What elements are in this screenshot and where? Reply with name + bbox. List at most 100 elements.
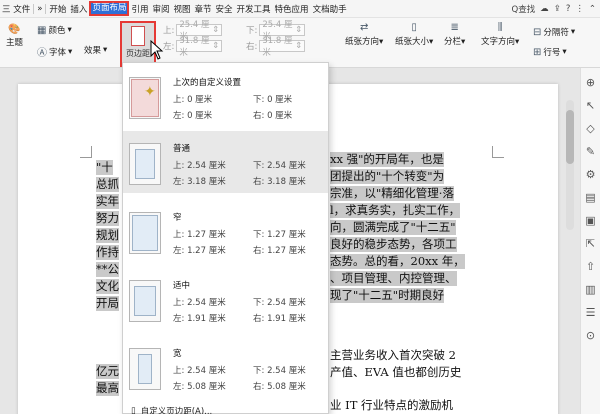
filter-icon[interactable]: ⚙: [586, 168, 596, 181]
cursor-icon[interactable]: ↖: [586, 99, 595, 112]
menu-bar: 三 文件 » 开始 插入 页面布局 引用 审阅 视图 章节 安全 开发工具 特色…: [0, 0, 600, 18]
tab-view[interactable]: 视图: [171, 3, 192, 15]
doc-line[interactable]: "十: [96, 160, 113, 175]
margin-preview-icon: ✦: [129, 77, 161, 119]
chevron-down-icon: ▾: [103, 45, 108, 55]
orientation-button[interactable]: ⇄ 纸张方向▾: [345, 22, 383, 47]
page-margin-icon: [131, 26, 145, 46]
color-button[interactable]: ▦ 颜色 ▾: [37, 24, 72, 37]
doc-line[interactable]: **公: [96, 262, 119, 277]
tab-home[interactable]: 开始: [47, 3, 68, 15]
right-margin-spinner[interactable]: 右: 31.8 厘米 ⇕: [246, 36, 306, 58]
doc-line[interactable]: 良好的稳步态势，各项工: [330, 237, 457, 252]
tab-features[interactable]: 特色应用: [273, 3, 311, 15]
zoom-icon[interactable]: ⊕: [586, 76, 595, 89]
margin-option-narrow[interactable]: 窄 上: 1.27 厘米 下: 1.27 厘米 左: 1.27 厘米 右: 1.…: [123, 200, 328, 262]
doc-line[interactable]: 现了"十二五"时期良好: [330, 288, 445, 303]
margin-preview-icon: [129, 348, 161, 390]
text-direction-icon: ⫼: [497, 22, 503, 33]
doc-line[interactable]: 产值、EVA 值也都创历史: [330, 365, 461, 380]
share-icon[interactable]: ⇪: [554, 4, 561, 14]
doc-line[interactable]: 、项目管理、内控管理、: [330, 271, 457, 286]
upload-icon[interactable]: ⇧: [586, 260, 595, 273]
cloud-icon[interactable]: ☁: [540, 4, 549, 14]
spin-arrows-icon: ⇕: [212, 25, 220, 35]
page-icon: ▯: [131, 406, 136, 414]
doc-line[interactable]: 亿元: [96, 364, 119, 379]
orientation-icon: ⇄: [359, 22, 369, 33]
image-icon[interactable]: ▣: [585, 214, 595, 227]
doc-line[interactable]: 宗准，以"精细化管理·落: [330, 186, 454, 201]
palette-icon: 🎨: [8, 24, 21, 35]
doc-line[interactable]: 文化: [96, 279, 119, 294]
corner-mark: [80, 146, 92, 158]
shapes-icon[interactable]: ◇: [586, 122, 594, 135]
share-icon[interactable]: ⇱: [586, 237, 595, 250]
line-number-button[interactable]: ⊞ 行号 ▾: [533, 46, 567, 59]
tab-doc-assistant[interactable]: 文档助手: [311, 3, 349, 15]
doc-line[interactable]: 努力: [96, 211, 119, 226]
doc-line[interactable]: xx 强"的开局年，也是: [330, 152, 444, 167]
doc-line[interactable]: 开局: [96, 296, 119, 311]
doc-line[interactable]: 总抓: [96, 177, 119, 192]
custom-margins-item[interactable]: ▯ 自定义页边距(A)...: [131, 405, 212, 414]
tab-security[interactable]: 安全: [214, 3, 235, 15]
tab-developer[interactable]: 开发工具: [235, 3, 273, 15]
left-margin-spinner[interactable]: 左: 31.8 厘米 ⇕: [163, 36, 223, 58]
doc-line[interactable]: 规划: [96, 228, 119, 243]
margin-preview-icon: [129, 212, 161, 254]
chevron-down-icon: ▾: [67, 25, 72, 35]
tab-chapter[interactable]: 章节: [193, 3, 214, 15]
margin-option-moderate[interactable]: 适中 上: 2.54 厘米 下: 2.54 厘米 左: 1.91 厘米 右: 1…: [123, 268, 328, 330]
doc-line[interactable]: 实年: [96, 194, 119, 209]
comment-icon[interactable]: ☰: [586, 306, 596, 319]
color-grid-icon: ▦: [37, 24, 47, 36]
spin-arrows-icon: ⇕: [295, 41, 303, 51]
more-icon[interactable]: ⊙: [586, 329, 595, 342]
scrollbar-thumb[interactable]: [566, 110, 574, 164]
doc-line[interactable]: 主营业务收入首次突破 2: [330, 348, 456, 363]
paper-size-button[interactable]: ▯ 纸张大小▾: [395, 22, 433, 47]
margin-dropdown: ✦ 上次的自定义设置 上: 0 厘米 下: 0 厘米 左: 0 厘米 右: 0 …: [122, 62, 329, 414]
corner-mark: [492, 146, 504, 158]
book-icon[interactable]: ▤: [585, 191, 595, 204]
menu-separator: [45, 3, 47, 14]
doc-line[interactable]: 最高: [96, 381, 119, 396]
doc-line[interactable]: 向，圆满完成了"十二五": [330, 220, 456, 235]
vertical-scrollbar[interactable]: [566, 100, 574, 230]
doc-line[interactable]: 态势。总的看，20xx 年，: [330, 254, 465, 269]
chart-icon[interactable]: ▥: [585, 283, 595, 296]
theme-button[interactable]: 🎨 主题: [6, 24, 23, 48]
columns-button[interactable]: ≣ 分栏▾: [444, 22, 465, 47]
menu-file[interactable]: 三 文件: [0, 3, 32, 15]
menu-expand[interactable]: »: [35, 4, 44, 14]
spin-arrows-icon: ⇕: [212, 41, 220, 51]
margin-preview-icon: [129, 143, 161, 185]
separator-icon: ⊟: [533, 26, 542, 38]
spin-arrows-icon: ⇕: [295, 25, 303, 35]
right-sidebar: ⊕ ↖ ◇ ✎ ⚙ ▤ ▣ ⇱ ⇧ ▥ ☰ ⊙: [580, 68, 600, 414]
columns-icon: ≣: [450, 22, 459, 33]
tab-references[interactable]: 引用: [129, 3, 150, 15]
doc-line[interactable]: l，求真务实，扎实工作，: [330, 203, 461, 218]
tab-insert[interactable]: 插入: [68, 3, 89, 15]
font-button[interactable]: Ⓐ 字体 ▾: [37, 44, 72, 60]
margin-option-wide[interactable]: 宽 上: 2.54 厘米 下: 2.54 厘米 左: 5.08 厘米 右: 5.…: [123, 336, 328, 398]
more-button[interactable]: ⋮: [575, 4, 584, 14]
collapse-ribbon-icon[interactable]: ⌃: [589, 4, 596, 14]
effect-button[interactable]: 效果 ▾: [84, 44, 107, 56]
separator-button[interactable]: ⊟ 分隔符 ▾: [533, 26, 575, 39]
margin-option-normal[interactable]: 普通 上: 2.54 厘米 下: 2.54 厘米 左: 3.18 厘米 右: 3…: [123, 131, 328, 193]
mouse-cursor-icon: [150, 40, 164, 60]
pen-icon[interactable]: ✎: [586, 145, 595, 158]
font-icon: Ⓐ: [37, 48, 47, 59]
help-button[interactable]: ?: [566, 4, 571, 14]
search-button[interactable]: Q查找: [512, 3, 536, 15]
tab-review[interactable]: 审阅: [150, 3, 171, 15]
doc-line[interactable]: 作持: [96, 245, 119, 260]
tab-page-layout[interactable]: 页面布局: [89, 1, 130, 16]
doc-line[interactable]: 业 IT 行业特点的激励机: [330, 398, 453, 413]
doc-line[interactable]: 团提出的"十个转变"为: [330, 169, 445, 184]
text-direction-button[interactable]: ⫼ 文字方向▾: [481, 22, 519, 47]
margin-option-last-custom[interactable]: ✦ 上次的自定义设置 上: 0 厘米 下: 0 厘米 左: 0 厘米 右: 0 …: [123, 65, 328, 127]
